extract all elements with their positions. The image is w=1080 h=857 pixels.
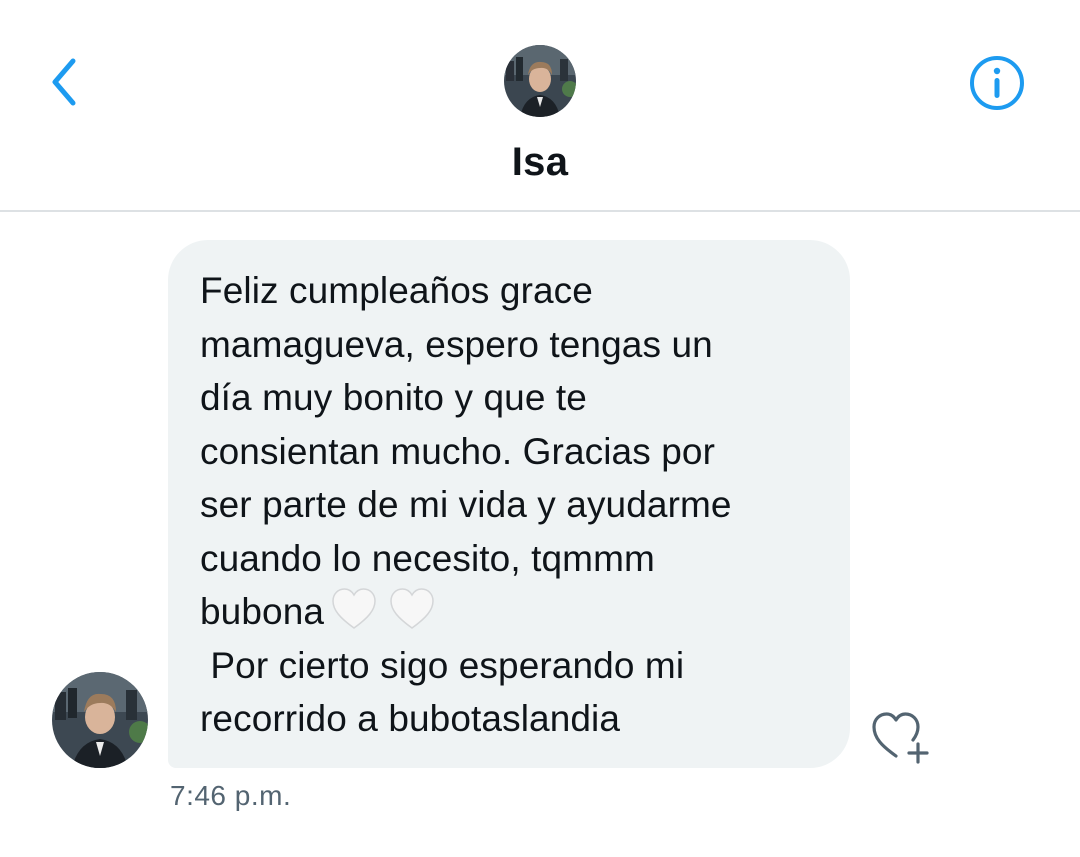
message-line: recorrido a bubotaslandia [200, 698, 621, 739]
white-heart-emoji-icon [390, 588, 434, 629]
heart-plus-icon [872, 712, 929, 764]
message-line-text: bubona [200, 591, 325, 632]
white-heart-emoji-icon [332, 588, 376, 629]
info-button[interactable] [966, 52, 1028, 114]
message-line: día muy bonito y que te [200, 377, 587, 418]
header-divider [0, 210, 1080, 212]
message-line: Feliz cumpleaños grace [200, 270, 593, 311]
message-line: mamagueva, espero tengas un [200, 323, 713, 365]
message-timestamp: 7:46 p.m. [170, 780, 292, 811]
contact-name[interactable]: Isa [0, 140, 1080, 185]
back-button[interactable] [36, 52, 92, 112]
sender-avatar[interactable] [52, 672, 148, 768]
chevron-left-icon [52, 58, 76, 106]
message-line: Por cierto sigo esperando mi [200, 644, 685, 686]
message-bubble[interactable]: Feliz cumpleaños grace mamagueva, espero… [168, 240, 850, 768]
conversation-header: Isa [0, 0, 1080, 211]
contact-avatar[interactable] [504, 45, 576, 117]
message-line: ser parte de mi vida y ayudarme [200, 484, 732, 525]
message-line: consientan mucho. Gracias por [200, 430, 715, 472]
message-line: cuando lo necesito, tqmmm [200, 537, 655, 579]
add-reaction-button[interactable] [868, 706, 934, 766]
info-circle-icon [970, 56, 1024, 110]
message-line-with-emoji: bubona [200, 585, 820, 639]
dm-conversation-screen: Isa Feliz cumpleaños grace mamagueva, es… [0, 0, 1080, 857]
